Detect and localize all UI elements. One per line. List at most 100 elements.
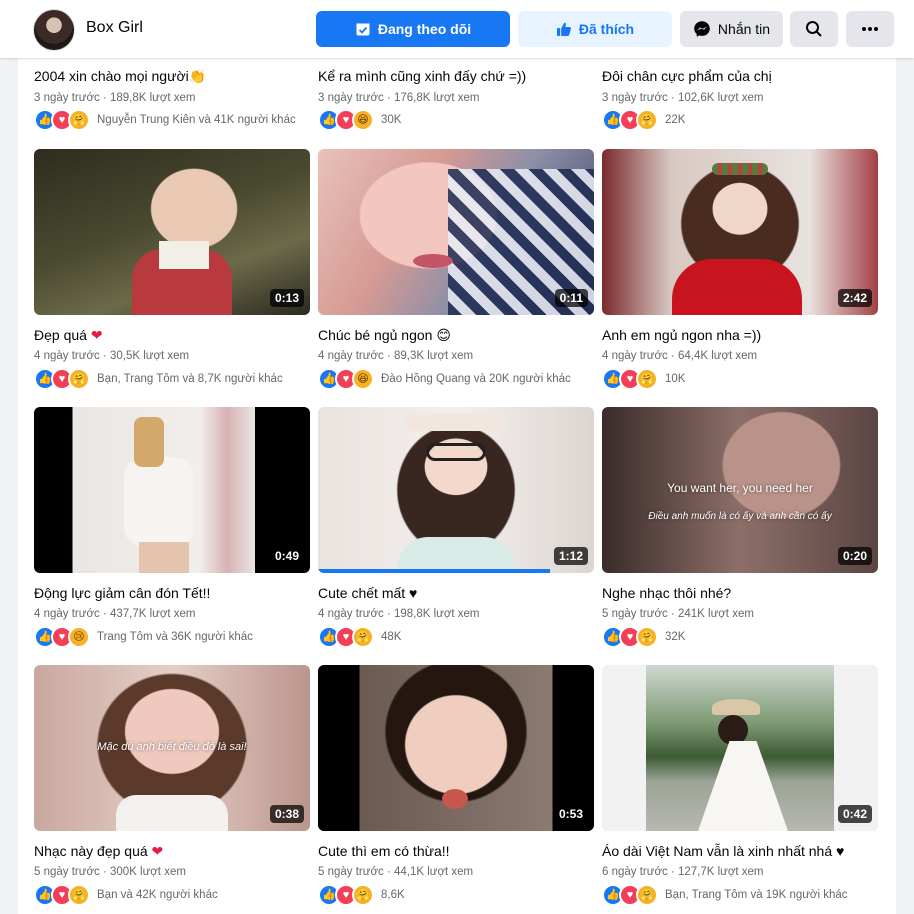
video-duration: 0:53 bbox=[553, 805, 588, 823]
video-meta: 3 ngày trước · 102,6K lượt xem bbox=[602, 92, 764, 104]
following-check-icon bbox=[356, 23, 370, 36]
video-duration: 0:42 bbox=[837, 805, 872, 823]
video-title[interactable]: Động lực giảm cân đón Tết!! bbox=[34, 585, 210, 601]
care-face-icon: 🤗 bbox=[636, 109, 658, 131]
thumbs-up-icon bbox=[556, 22, 571, 36]
care-face-icon: 🤗 bbox=[636, 884, 658, 906]
reactions-summary[interactable]: 👍 ♥ 🤗 22K bbox=[602, 109, 686, 131]
following-label: Đang theo dõi bbox=[377, 21, 472, 37]
video-thumbnail[interactable]: Mặc dù anh biết điều đó là sai! 0:38 bbox=[34, 665, 310, 831]
reactions-text: 30K bbox=[381, 114, 402, 126]
reactions-text: Nguyễn Trung Kiên và 41K người khác bbox=[97, 114, 296, 126]
reactions-summary[interactable]: 👍 ♥ 🤗 48K bbox=[318, 626, 402, 648]
care-face-icon: 🤗 bbox=[352, 626, 374, 648]
video-title-text: Đẹp quá bbox=[34, 327, 91, 343]
liked-label: Đã thích bbox=[578, 21, 635, 37]
video-duration: 2:42 bbox=[837, 289, 872, 307]
message-label: Nhắn tin bbox=[717, 21, 771, 37]
video-meta: 4 ngày trước · 64,4K lượt xem bbox=[602, 350, 758, 362]
video-title[interactable]: Kể ra mình cũng xinh đấy chứ =)) bbox=[318, 68, 526, 84]
reactions-text: Bạn và 42K người khác bbox=[97, 889, 218, 901]
reactions-summary[interactable]: 👍 ♥ 🤗 8,6K bbox=[318, 884, 405, 906]
video-meta: 3 ngày trước · 176,8K lượt xem bbox=[318, 92, 480, 104]
heart-emoji: ❤ bbox=[151, 843, 164, 859]
video-title[interactable]: Áo dài Việt Nam vẫn là xinh nhất nhá ♥ bbox=[602, 843, 844, 859]
reactions-summary[interactable]: 👍 ♥ 🤗 Bạn và 42K người khác bbox=[34, 884, 218, 906]
video-meta: 5 ngày trước · 241K lượt xem bbox=[602, 608, 754, 620]
care-face-icon: 🤗 bbox=[68, 368, 90, 390]
video-title[interactable]: Đẹp quá ❤ bbox=[34, 327, 103, 344]
video-meta: 4 ngày trước · 437,7K lượt xem bbox=[34, 608, 196, 620]
reactions-text: 32K bbox=[665, 631, 686, 643]
video-title[interactable]: Cute thì em có thừa!! bbox=[318, 843, 450, 859]
care-face-icon: 🤗 bbox=[636, 626, 658, 648]
page-header: Box Girl Đang theo dõi Đã thích Nhắn tin bbox=[0, 0, 914, 58]
video-title[interactable]: Nghe nhạc thôi nhé? bbox=[602, 585, 731, 601]
video-thumbnail[interactable]: 0:53 bbox=[318, 665, 594, 831]
reactions-summary[interactable]: 👍 ♥ 😢 Trang Tôm và 36K người khác bbox=[34, 626, 253, 648]
video-thumbnail[interactable]: 1:12 bbox=[318, 407, 594, 573]
video-title[interactable]: Cute chết mất ♥ bbox=[318, 585, 417, 601]
sad-face-icon: 😢 bbox=[68, 626, 90, 648]
video-subtitle-overlay: Mặc dù anh biết điều đó là sai! bbox=[97, 741, 247, 753]
videos-grid: 2004 xin chào mọi người👏 3 ngày trước · … bbox=[18, 58, 896, 914]
reactions-summary[interactable]: 👍 ♥ 😆 30K bbox=[318, 109, 402, 131]
more-dots-icon bbox=[862, 27, 878, 31]
video-caption-overlay: You want her, you need her bbox=[667, 481, 813, 495]
more-options-button[interactable] bbox=[846, 11, 894, 47]
video-thumbnail[interactable]: 0:49 bbox=[34, 407, 310, 573]
haha-face-icon: 😆 bbox=[352, 368, 374, 390]
search-icon bbox=[806, 21, 822, 37]
reactions-summary[interactable]: 👍 ♥ 🤗 Bạn, Trang Tôm và 19K người khác bbox=[602, 884, 848, 906]
search-button[interactable] bbox=[790, 11, 838, 47]
video-thumbnail[interactable]: 0:42 bbox=[602, 665, 878, 831]
watch-progress-bar bbox=[318, 569, 550, 573]
video-thumbnail[interactable]: 0:11 bbox=[318, 149, 594, 315]
reactions-text: Trang Tôm và 36K người khác bbox=[97, 631, 253, 643]
page-name[interactable]: Box Girl bbox=[86, 19, 143, 37]
video-duration: 0:38 bbox=[269, 805, 304, 823]
video-meta: 5 ngày trước · 44,1K lượt xem bbox=[318, 866, 474, 878]
video-meta: 4 ngày trước · 30,5K lượt xem bbox=[34, 350, 190, 362]
video-thumbnail[interactable]: 0:13 bbox=[34, 149, 310, 315]
reactions-summary[interactable]: 👍 ♥ 🤗 Nguyễn Trung Kiên và 41K người khá… bbox=[34, 109, 296, 131]
reactions-summary[interactable]: 👍 ♥ 🤗 10K bbox=[602, 368, 686, 390]
reactions-text: 10K bbox=[665, 373, 686, 385]
video-title[interactable]: Nhạc này đẹp quá ❤ bbox=[34, 843, 163, 860]
reactions-text: Bạn, Trang Tôm và 8,7K người khác bbox=[97, 373, 283, 385]
reactions-text: Bạn, Trang Tôm và 19K người khác bbox=[665, 889, 848, 901]
video-title[interactable]: Anh em ngủ ngon nha =)) bbox=[602, 327, 761, 343]
heart-emoji: ❤ bbox=[90, 327, 103, 343]
video-duration: 1:12 bbox=[553, 547, 588, 565]
video-duration: 0:13 bbox=[269, 289, 304, 307]
video-subtitle-overlay: Điều anh muốn là có ấy và anh cần có ấy bbox=[648, 511, 832, 522]
video-thumbnail[interactable]: 2:42 bbox=[602, 149, 878, 315]
reactions-summary[interactable]: 👍 ♥ 🤗 Bạn, Trang Tôm và 8,7K người khác bbox=[34, 368, 283, 390]
following-button[interactable]: Đang theo dõi bbox=[316, 11, 510, 47]
care-face-icon: 🤗 bbox=[352, 884, 374, 906]
page-avatar[interactable] bbox=[33, 9, 75, 51]
video-title[interactable]: Đôi chân cực phẩm của chị bbox=[602, 68, 772, 84]
messenger-icon bbox=[694, 21, 710, 37]
video-meta: 5 ngày trước · 300K lượt xem bbox=[34, 866, 186, 878]
video-duration: 0:11 bbox=[554, 289, 588, 307]
reactions-summary[interactable]: 👍 ♥ 😆 Đào Hồng Quang và 20K người khác bbox=[318, 368, 571, 390]
care-face-icon: 🤗 bbox=[68, 109, 90, 131]
video-meta: 3 ngày trước · 189,8K lượt xem bbox=[34, 92, 196, 104]
reactions-text: 22K bbox=[665, 114, 686, 126]
reactions-text: 8,6K bbox=[381, 889, 405, 901]
reactions-text: 48K bbox=[381, 631, 402, 643]
liked-button[interactable]: Đã thích bbox=[518, 11, 672, 47]
video-title-text: Nhạc này đẹp quá bbox=[34, 843, 152, 859]
video-meta: 6 ngày trước · 127,7K lượt xem bbox=[602, 866, 764, 878]
care-face-icon: 🤗 bbox=[68, 884, 90, 906]
video-meta: 4 ngày trước · 89,3K lượt xem bbox=[318, 350, 474, 362]
reactions-text: Đào Hồng Quang và 20K người khác bbox=[381, 373, 571, 385]
video-title[interactable]: 2004 xin chào mọi người👏 bbox=[34, 68, 206, 85]
message-button[interactable]: Nhắn tin bbox=[680, 11, 783, 47]
care-face-icon: 🤗 bbox=[636, 368, 658, 390]
reactions-summary[interactable]: 👍 ♥ 🤗 32K bbox=[602, 626, 686, 648]
video-meta: 4 ngày trước · 198,8K lượt xem bbox=[318, 608, 480, 620]
video-title[interactable]: Chúc bé ngủ ngon 😊 bbox=[318, 327, 451, 344]
video-thumbnail[interactable]: You want her, you need her Điều anh muốn… bbox=[602, 407, 878, 573]
